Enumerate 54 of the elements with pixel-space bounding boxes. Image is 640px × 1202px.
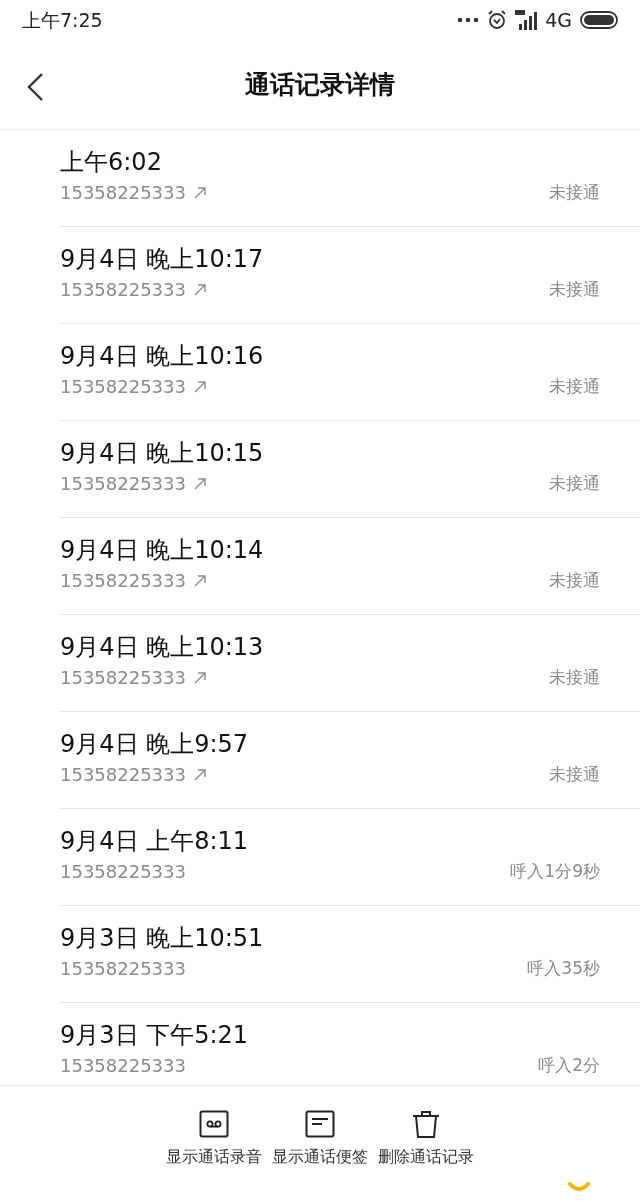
- call-result: 呼入2分: [538, 1053, 600, 1077]
- phone-number: 15358225333: [60, 1054, 186, 1078]
- phone-number: 15358225333: [60, 569, 186, 593]
- assistant-icon: [568, 1182, 590, 1192]
- call-result: 未接通: [549, 665, 600, 689]
- call-time: 9月3日 晚上10:51: [60, 924, 265, 952]
- call-time: 9月4日 晚上10:17: [60, 245, 265, 273]
- call-time: 9月4日 晚上10:14: [60, 536, 265, 564]
- call-time: 9月4日 晚上10:15: [60, 439, 265, 467]
- call-row[interactable]: 9月4日 上午8:11 15358225333 呼入1分9秒: [60, 809, 640, 906]
- toolbar-button[interactable]: 显示通话录音: [166, 1110, 262, 1202]
- recording-icon: [199, 1110, 229, 1139]
- call-time: 9月3日 下午5:21: [60, 1021, 250, 1049]
- network-label: 4G: [545, 7, 572, 33]
- page-title: 通话记录详情: [245, 68, 395, 101]
- phone-number: 15358225333: [60, 375, 186, 399]
- call-row[interactable]: 9月4日 晚上10:15 15358225333 未接通: [60, 421, 640, 518]
- battery-icon: [580, 11, 618, 29]
- call-time: 上午6:02: [60, 148, 163, 176]
- call-result: 未接通: [549, 568, 600, 592]
- call-result: 未接通: [549, 762, 600, 786]
- call-result: 未接通: [549, 180, 600, 204]
- call-row[interactable]: 9月4日 晚上10:16 15358225333 未接通: [60, 324, 640, 421]
- call-row[interactable]: 9月4日 晚上10:17 15358225333 未接通: [60, 227, 640, 324]
- call-result: 呼入35秒: [527, 956, 600, 980]
- call-row[interactable]: 9月4日 晚上10:14 15358225333 未接通: [60, 518, 640, 615]
- delete-button[interactable]: 删除通话记录: [378, 1110, 474, 1202]
- phone-number: 15358225333: [60, 860, 186, 884]
- trash-icon: [411, 1110, 441, 1139]
- phone-number: 15358225333: [60, 472, 186, 496]
- call-row[interactable]: 9月3日 下午5:21 15358225333 呼入2分: [60, 1003, 640, 1085]
- call-time: 9月4日 晚上10:13: [60, 633, 265, 661]
- phone-number: 15358225333: [60, 957, 186, 981]
- phone-number: 15358225333: [60, 278, 186, 302]
- call-row[interactable]: 9月4日 晚上9:57 15358225333 未接通: [60, 712, 640, 809]
- call-time: 9月4日 晚上9:57: [60, 730, 250, 758]
- call-row[interactable]: 上午6:02 15358225333 未接通: [60, 130, 640, 227]
- call-time: 9月4日 上午8:11: [60, 827, 250, 855]
- call-result: 未接通: [549, 374, 600, 398]
- phone-number: 15358225333: [60, 666, 186, 690]
- call-row[interactable]: 9月4日 晚上10:13 15358225333 未接通: [60, 615, 640, 712]
- phone-number: 15358225333: [60, 763, 186, 787]
- toolbar-button[interactable]: 显示通话便签: [272, 1110, 368, 1202]
- note-icon: [305, 1110, 335, 1139]
- signal-icon: [515, 10, 538, 30]
- status-time: 上午7:25: [22, 7, 103, 33]
- alarm-icon: [487, 10, 508, 30]
- call-result: 未接通: [549, 471, 600, 495]
- call-result: 未接通: [549, 277, 600, 301]
- phone-number: 15358225333: [60, 181, 186, 205]
- call-time: 9月4日 晚上10:16: [60, 342, 265, 370]
- call-result: 呼入1分9秒: [510, 859, 600, 883]
- call-row[interactable]: 9月3日 晚上10:51 15358225333 呼入35秒: [60, 906, 640, 1003]
- more-icon: [457, 17, 480, 23]
